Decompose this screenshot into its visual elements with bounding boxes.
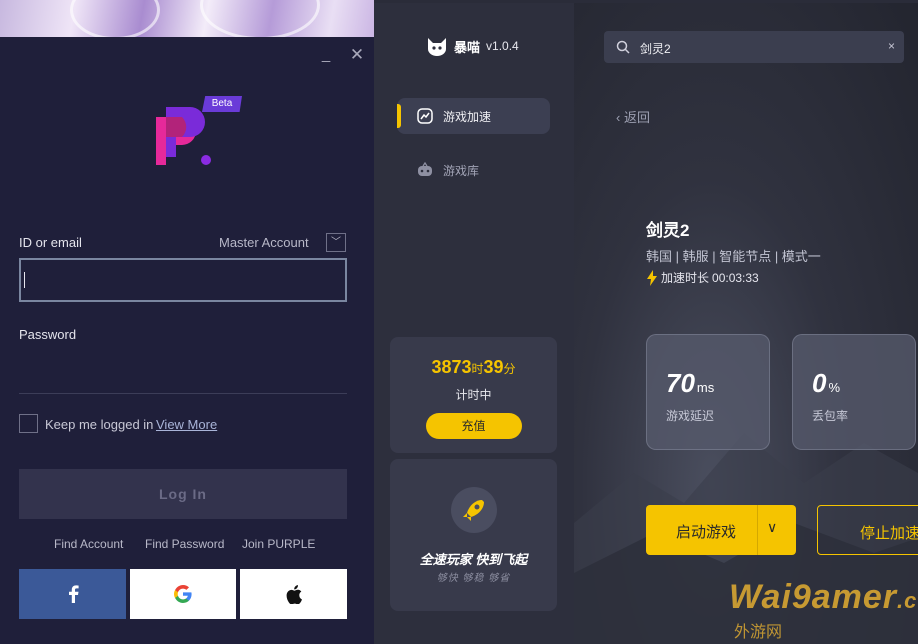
packet-loss-card: 0% 丢包率 — [792, 334, 916, 450]
back-link[interactable]: ‹ 返回 — [616, 107, 650, 126]
loss-unit: % — [828, 380, 841, 395]
google-icon — [174, 585, 192, 603]
loss-value: 0 — [812, 368, 827, 398]
timing-status: 计时中 — [455, 388, 492, 402]
account-type-label: Master Account — [219, 235, 309, 250]
accel-duration: 加速时长 00:03:33 — [646, 269, 759, 286]
watermark-logo: Wai9amer.com — [729, 578, 918, 616]
promo-card[interactable]: 全速玩家 快到飞起 够快 够稳 够省 — [390, 459, 557, 611]
game-tags: 韩国 | 韩服 | 智能节点 | 模式一 — [646, 249, 821, 264]
app-version: v1.0.4 — [486, 39, 519, 53]
game-detail-panel: 剑灵2 × ‹ 返回 剑灵2 韩国 | 韩服 | 智能节点 | 模式一 加速时长… — [574, 3, 918, 644]
duration-value: 00:03:33 — [712, 270, 759, 285]
nav-label-library: 游戏库 — [443, 163, 480, 178]
gamepad-icon — [418, 162, 432, 176]
chevron-left-icon: ‹ — [616, 110, 624, 125]
close-icon[interactable]: ✕ — [349, 46, 365, 63]
sidebar: 暴喵 v1.0.4 游戏加速 游戏库 3873时39分 计时中 充值 全速玩家 … — [374, 3, 574, 644]
latency-value-wrap: 70 ms — [666, 368, 714, 399]
back-label: 返回 — [623, 110, 650, 125]
search-bar[interactable]: 剑灵2 × — [604, 31, 904, 63]
password-field[interactable] — [19, 393, 347, 394]
id-label: ID or email — [19, 235, 82, 250]
stop-accelerate-button[interactable]: 停止加速 — [817, 505, 918, 555]
cat-logo-icon — [428, 38, 446, 56]
minutes-unit: 分 — [503, 362, 516, 376]
time-remaining: 3873时39分 — [390, 357, 557, 378]
promo-headline: 全速玩家 快到飞起 — [419, 552, 528, 567]
start-game-label: 启动游戏 — [676, 524, 737, 541]
promo-subline: 够快 够稳 够省 — [436, 573, 511, 584]
account-type-dropdown[interactable]: ﹀ — [326, 233, 346, 252]
nav-item-library[interactable]: 游戏库 — [397, 152, 550, 188]
lightning-icon — [647, 269, 657, 286]
hours-unit: 时 — [471, 362, 484, 376]
find-account-link[interactable]: Find Account — [54, 537, 123, 551]
search-input[interactable]: 剑灵2 — [640, 40, 671, 57]
chevron-down-icon[interactable]: ∨ — [767, 519, 777, 536]
facebook-icon — [68, 585, 79, 603]
clear-search-icon[interactable]: × — [888, 39, 895, 53]
view-more-link[interactable]: View More — [156, 417, 217, 432]
start-game-button[interactable]: 启动游戏 ∨ — [646, 505, 796, 555]
loss-value-wrap: 0% — [812, 368, 840, 399]
facebook-login-button[interactable] — [19, 569, 126, 619]
loss-caption: 丢包率 — [812, 409, 849, 423]
find-password-link[interactable]: Find Password — [145, 537, 224, 551]
app-name: 暴喵 — [454, 39, 481, 55]
apple-icon — [286, 584, 302, 604]
active-indicator — [397, 104, 401, 128]
desktop-wallpaper — [0, 0, 374, 40]
hours-value: 3873 — [431, 357, 472, 377]
nav-item-accelerate[interactable]: 游戏加速 — [397, 98, 550, 134]
apple-login-button[interactable] — [240, 569, 347, 619]
rocket-icon — [451, 487, 497, 533]
latency-card: 70 ms 游戏延迟 — [646, 334, 770, 450]
app-brand: 暴喵 v1.0.4 — [426, 36, 519, 56]
minimize-icon[interactable]: _ — [318, 47, 334, 63]
booster-app-window: 暴喵 v1.0.4 游戏加速 游戏库 3873时39分 计时中 充值 全速玩家 … — [374, 3, 918, 644]
stop-accelerate-label: 停止加速 — [860, 525, 918, 542]
beta-badge: Beta — [202, 96, 242, 112]
duration-label: 加速时长 — [661, 271, 710, 285]
game-title: 剑灵2 — [646, 221, 690, 240]
latency-caption: 游戏延迟 — [666, 409, 715, 423]
keep-logged-in-label: Keep me logged in — [45, 417, 154, 432]
latency-value: 70 — [666, 368, 695, 398]
minutes-value: 39 — [483, 357, 504, 377]
time-balance-card: 3873时39分 计时中 充值 — [390, 337, 557, 453]
keep-logged-in-checkbox[interactable] — [19, 414, 38, 433]
login-button[interactable]: Log In — [19, 469, 347, 519]
login-window: _ ✕ Beta ID or email Master Account ﹀ Pa… — [0, 37, 374, 644]
google-login-button[interactable] — [130, 569, 236, 619]
latency-unit: ms — [696, 380, 715, 395]
password-label: Password — [19, 327, 77, 342]
watermark-sub: 外游网 — [734, 624, 783, 641]
chevron-down-icon: ﹀ — [331, 237, 341, 248]
text-caret — [24, 272, 25, 288]
id-input[interactable] — [19, 258, 347, 302]
recharge-button[interactable]: 充值 — [425, 413, 522, 439]
nav-label-accelerate: 游戏加速 — [443, 109, 492, 124]
join-purple-link[interactable]: Join PURPLE — [242, 537, 315, 551]
speed-chart-icon — [417, 108, 433, 124]
button-divider — [757, 505, 758, 555]
search-icon — [616, 40, 630, 54]
